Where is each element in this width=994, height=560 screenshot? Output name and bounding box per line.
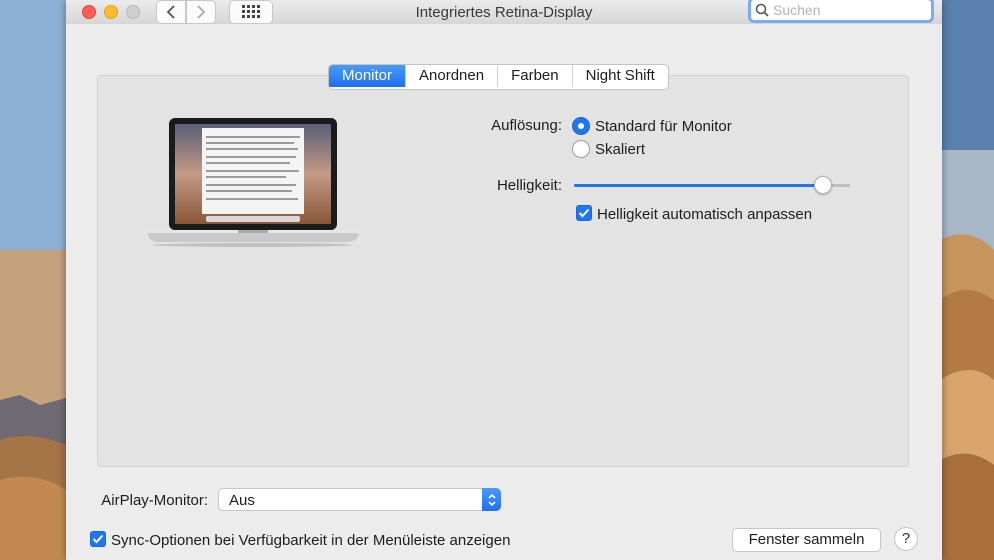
airplay-popup[interactable]: Aus [218,488,501,511]
auto-brightness-checkbox[interactable] [576,205,592,221]
resolution-standard-radio[interactable] [572,117,590,135]
tab-farben[interactable]: Farben [497,65,572,87]
resolution-scaled-radio[interactable] [572,140,590,158]
tab-night-shift[interactable]: Night Shift [571,65,668,87]
resolution-label: Auflösung: [491,117,562,134]
tab-anordnen[interactable]: Anordnen [405,65,498,87]
zoom-window-button[interactable] [126,5,140,19]
tab-bar: Monitor Anordnen Farben Night Shift [328,64,669,90]
window-title: Integriertes Retina-Display [415,4,593,21]
sync-options-label[interactable]: Sync-Optionen bei Verfügbarkeit in der M… [111,532,510,549]
sync-options-checkbox[interactable] [90,531,106,547]
title-bar: Integriertes Retina-Display [66,0,942,24]
search-input[interactable] [769,2,923,18]
gather-windows-button[interactable]: Fenster sammeln [732,528,881,552]
forward-button[interactable] [186,0,216,24]
chevron-right-icon [197,5,206,19]
show-all-button[interactable] [229,0,273,24]
minimize-window-button[interactable] [104,5,118,19]
airplay-value: Aus [229,492,255,509]
desktop-background-left [0,0,66,560]
brightness-slider-knob[interactable] [813,176,832,194]
brightness-slider-fill [574,184,823,187]
close-window-button[interactable] [82,5,96,19]
auto-brightness-label[interactable]: Helligkeit automatisch anpassen [597,206,812,223]
laptop-display-image [146,116,360,251]
back-button[interactable] [156,0,186,24]
airplay-label: AirPlay-Monitor: [101,492,208,509]
brightness-slider[interactable] [574,176,850,194]
search-field[interactable] [748,0,934,23]
checkmark-icon [92,534,104,544]
help-button[interactable]: ? [894,527,918,551]
chevron-left-icon [166,5,175,19]
desktop-background-right [940,0,994,560]
search-icon [755,3,769,17]
grid-icon [242,5,260,18]
preferences-window: Integriertes Retina-Display Monitor Anor… [66,0,942,560]
brightness-label: Helligkeit: [496,177,562,194]
updown-arrows-icon [482,488,501,511]
tab-monitor[interactable]: Monitor [329,65,406,87]
resolution-scaled-label[interactable]: Skaliert [595,141,645,158]
resolution-standard-label[interactable]: Standard für Monitor [595,118,732,135]
checkmark-icon [578,208,590,218]
